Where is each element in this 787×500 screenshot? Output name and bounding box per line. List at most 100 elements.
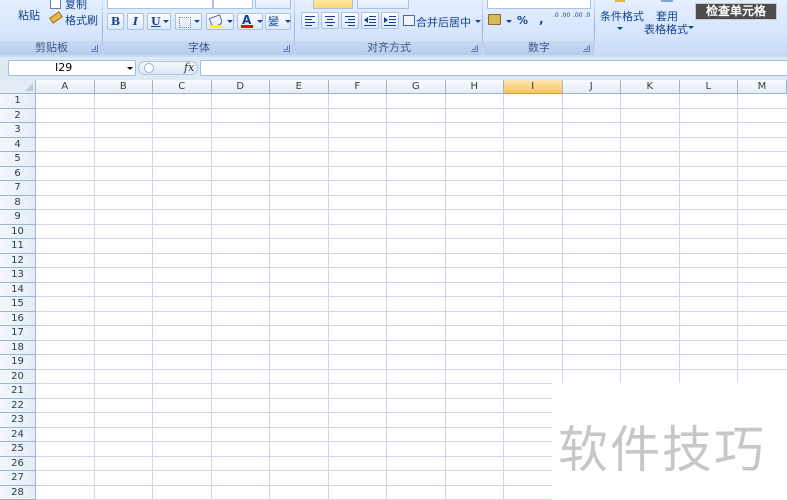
font-color-swatch [241,25,253,28]
row-header-14[interactable]: 14 [0,282,36,297]
column-gridline [444,94,446,500]
merge-center-icon [403,15,415,26]
font-size-combo[interactable] [213,0,253,9]
row-header-5[interactable]: 5 [0,152,36,167]
increase-indent-button[interactable] [381,12,399,29]
merge-center-button[interactable]: 合并后居中 [403,12,481,29]
row-header-22[interactable]: 22 [0,398,36,413]
border-button[interactable] [175,13,202,30]
column-header-c[interactable]: C [153,80,212,94]
row-gridline [36,267,787,268]
chevron-down-icon[interactable] [127,67,133,70]
circle-handle-icon [144,63,154,73]
number-group-label: 数字 [483,41,595,55]
name-box[interactable]: I29 [8,60,136,76]
column-header-e[interactable]: E [270,80,329,94]
clipboard-group-label: 剪贴板 [0,41,103,55]
row-header-6[interactable]: 6 [0,166,36,181]
bold-button[interactable]: B [107,13,124,30]
alignment-group: 合并后居中 对齐方式 [295,0,483,57]
row-gridline [36,151,787,152]
font-color-button[interactable]: A [237,13,263,30]
grow-font-button[interactable] [255,0,291,9]
chevron-down-icon [475,20,481,23]
row-header-19[interactable]: 19 [0,355,36,370]
row-header-26[interactable]: 26 [0,456,36,471]
fx-icon[interactable]: fx [184,61,194,74]
column-header-f[interactable]: F [328,80,387,94]
row-gridline [36,368,787,370]
row-header-8[interactable]: 8 [0,195,36,210]
column-header-m[interactable]: M [738,80,787,94]
decrease-decimal-button[interactable]: .00 .0 [573,12,593,19]
chevron-down-icon [257,20,263,23]
formula-bar: I29 fx [0,57,787,81]
align-right-button[interactable] [341,12,359,29]
row-header-13[interactable]: 13 [0,268,36,283]
row-gridline [36,194,787,196]
column-header-a[interactable]: A [36,80,95,94]
italic-button[interactable]: I [127,13,144,30]
conditional-format-button[interactable]: 条件格式 [595,0,645,40]
row-header-24[interactable]: 24 [0,427,36,442]
row-header-21[interactable]: 21 [0,384,36,399]
phonetic-button[interactable]: 變 [265,13,291,30]
row-header-2[interactable]: 2 [0,108,36,123]
row-header-25[interactable]: 25 [0,442,36,457]
number-launcher[interactable] [583,45,590,52]
column-header-g[interactable]: G [387,80,446,94]
top-align-button[interactable] [313,0,353,9]
row-header-15[interactable]: 15 [0,297,36,312]
font-name-combo[interactable] [107,0,213,9]
number-format-combo[interactable] [487,0,591,9]
row-gridline [36,122,787,123]
align-left-button[interactable] [301,12,319,29]
column-header-k[interactable]: K [621,80,680,94]
row-header-20[interactable]: 20 [0,369,36,384]
row-header-23[interactable]: 23 [0,413,36,428]
underline-button[interactable]: U [147,13,171,30]
row-header-17[interactable]: 17 [0,326,36,341]
chevron-down-icon [285,20,291,23]
paste-button[interactable]: 粘贴 [18,7,40,23]
column-gridline [93,94,95,500]
formula-input[interactable] [200,60,787,76]
row-header-7[interactable]: 7 [0,181,36,196]
percent-button[interactable]: % [517,14,528,27]
column-header-d[interactable]: D [211,80,270,94]
check-cell-style[interactable]: 检查单元格 [695,3,777,20]
format-as-table-button[interactable]: 套用 表格格式 [644,0,694,40]
column-header-j[interactable]: J [562,80,621,94]
row-header-3[interactable]: 3 [0,123,36,138]
column-gridline [386,94,387,500]
alignment-launcher[interactable] [471,45,478,52]
row-header-11[interactable]: 11 [0,239,36,254]
chevron-down-icon [688,26,694,29]
column-header-h[interactable]: H [445,80,504,94]
column-header-i[interactable]: I [504,80,563,94]
accounting-format-button[interactable] [488,12,514,29]
row-header-9[interactable]: 9 [0,210,36,225]
column-header-l[interactable]: L [679,80,738,94]
row-header-28[interactable]: 28 [0,485,36,500]
row-header-18[interactable]: 18 [0,340,36,355]
select-all-corner[interactable] [0,80,36,94]
underline-label: U [151,15,161,28]
row-header-1[interactable]: 1 [0,94,36,109]
row-header-4[interactable]: 4 [0,137,36,152]
row-header-27[interactable]: 27 [0,471,36,486]
row-header-12[interactable]: 12 [0,253,36,268]
clipboard-launcher[interactable] [91,45,98,52]
orientation-button[interactable] [357,0,409,9]
italic-label: I [132,15,139,28]
fill-color-button[interactable] [206,13,234,30]
increase-decimal-button[interactable]: .0 .00 [553,12,571,19]
column-header-b[interactable]: B [94,80,153,94]
comma-button[interactable]: , [539,12,544,26]
row-header-10[interactable]: 10 [0,224,36,239]
align-center-button[interactable] [321,12,339,29]
font-launcher[interactable] [283,45,290,52]
row-header-16[interactable]: 16 [0,311,36,326]
decrease-indent-button[interactable] [361,12,379,29]
font-group: B I U A 變 字体 [103,0,295,57]
